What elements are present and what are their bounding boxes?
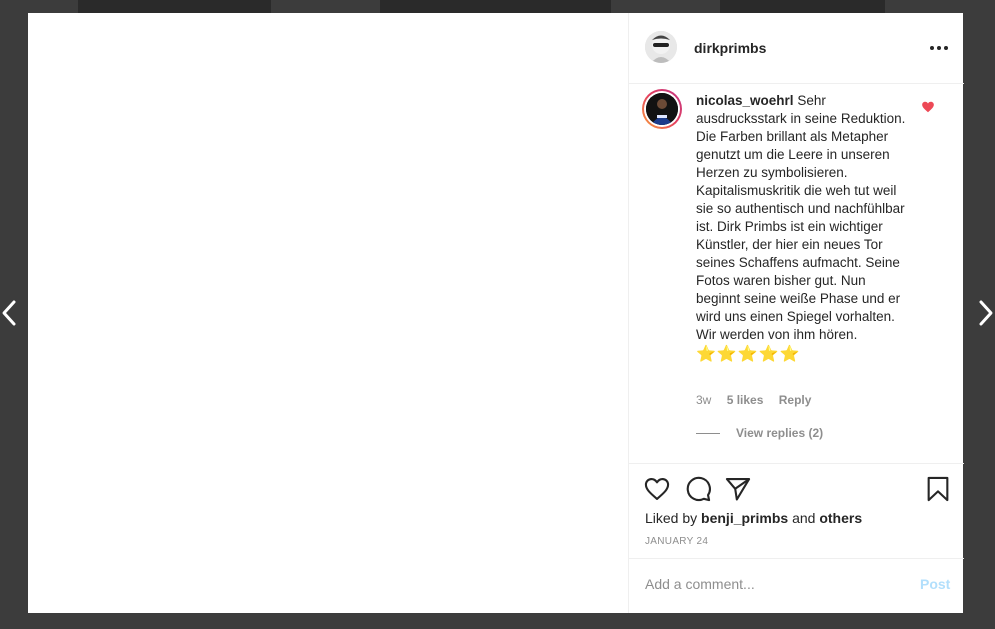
more-icon [930,46,948,50]
post-actions: Liked by benji_primbs and others JANUARY… [629,463,964,558]
comment-text: Sehr ausdrucksstark in seine Reduktion. … [696,93,906,342]
commenter-avatar-image [646,93,678,125]
like-button[interactable] [643,475,671,503]
comment-icon [686,476,711,502]
commenter-username[interactable]: nicolas_woehrl [696,93,794,108]
liked-by-user[interactable]: benji_primbs [701,510,788,526]
background-strip [380,0,611,13]
comment-input[interactable]: Add a comment... [645,576,905,592]
reply-button[interactable]: Reply [779,393,812,407]
replies-divider [696,432,720,434]
post-sidebar: dirkprimbs nicolas_woehrl Sehr ausdrucks… [628,13,964,613]
share-icon [725,478,751,501]
next-post-button[interactable] [973,298,995,328]
view-replies-button[interactable]: View replies (2) [696,426,823,440]
previous-post-button[interactable] [0,298,22,328]
chevron-left-icon [2,300,16,326]
post-modal: dirkprimbs nicolas_woehrl Sehr ausdrucks… [28,13,964,613]
bookmark-icon [927,476,949,502]
comment-button[interactable] [684,475,712,503]
post-comment-button[interactable]: Post [920,576,950,592]
share-button[interactable] [724,475,752,503]
post-photo[interactable] [28,13,628,613]
heart-icon [644,478,670,500]
background-strip [78,0,271,13]
background-strip [720,0,885,13]
comment-body: nicolas_woehrl Sehr ausdrucksstark in se… [696,92,911,364]
view-replies-label: View replies (2) [736,426,824,440]
liked-by: Liked by benji_primbs and others [645,510,862,526]
heart-icon [922,101,934,113]
liked-by-and: and [792,510,816,526]
comment-meta: 3w 5 likes Reply [696,393,823,407]
save-button[interactable] [924,475,952,503]
author-username[interactable]: dirkprimbs [694,40,766,56]
comment-composer: Add a comment... Post [629,558,964,613]
liked-by-prefix: Liked by [645,510,698,526]
author-avatar[interactable] [645,31,677,63]
commenter-avatar[interactable] [642,89,682,129]
liked-by-others[interactable]: others [819,510,862,526]
comment-age: 3w [696,393,712,407]
comment-like-button[interactable] [921,100,935,114]
author-avatar-image [645,31,677,63]
more-options-button[interactable] [927,39,951,57]
comment-stars: ⭐⭐⭐⭐⭐ [696,346,801,363]
post-header: dirkprimbs [629,13,964,84]
post-date: JANUARY 24 [645,536,709,547]
chevron-right-icon [979,300,993,326]
comment-likes[interactable]: 5 likes [727,393,764,407]
comments-list: nicolas_woehrl Sehr ausdrucksstark in se… [629,84,964,463]
